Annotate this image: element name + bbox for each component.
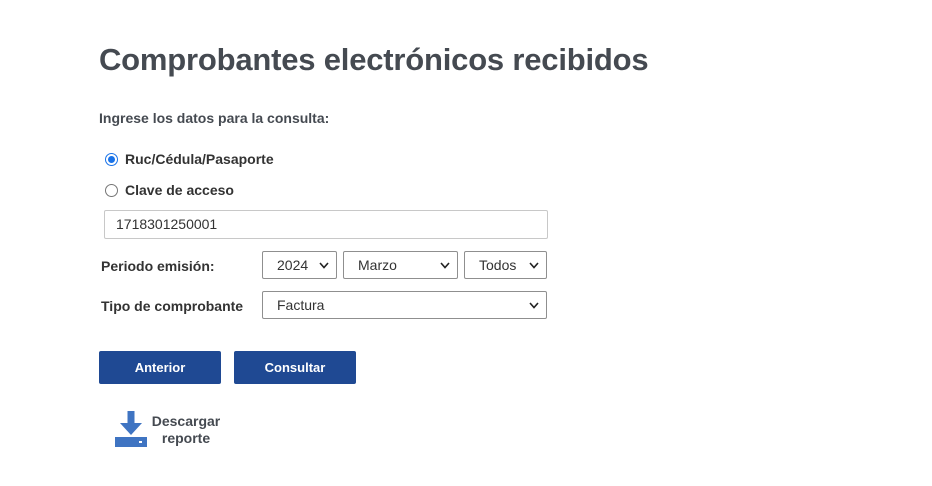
chevron-down-icon	[319, 252, 329, 278]
form-instructions: Ingrese los datos para la consulta:	[99, 110, 330, 126]
consult-button[interactable]: Consultar	[234, 351, 356, 384]
chevron-down-icon	[440, 252, 450, 278]
identifier-input[interactable]: 1718301250001	[104, 210, 548, 239]
chevron-down-icon	[529, 292, 539, 318]
day-select-value: Todos	[479, 257, 517, 273]
month-select-value: Marzo	[358, 257, 397, 273]
radio-button-ruc[interactable]	[105, 152, 118, 166]
day-select[interactable]: Todos	[464, 251, 547, 279]
tipo-label: Tipo de comprobante	[101, 298, 244, 314]
tipo-select-value: Factura	[277, 297, 325, 313]
radio-button-clave[interactable]	[105, 183, 118, 197]
year-select-value: 2024	[277, 257, 309, 273]
radio-label-ruc: Ruc/Cédula/Pasaporte	[125, 151, 274, 167]
radio-option-clave[interactable]: Clave de acceso	[105, 182, 234, 198]
radio-option-ruc[interactable]: Ruc/Cédula/Pasaporte	[105, 151, 274, 167]
chevron-down-icon	[529, 252, 539, 278]
page: Comprobantes electrónicos recibidos Ingr…	[0, 0, 932, 486]
month-select[interactable]: Marzo	[343, 251, 458, 279]
download-icon[interactable]	[115, 411, 147, 453]
radio-label-clave: Clave de acceso	[125, 182, 234, 198]
previous-button[interactable]: Anterior	[99, 351, 221, 384]
download-label-line1: Descargar	[151, 413, 221, 429]
year-select[interactable]: 2024	[262, 251, 337, 279]
download-label-line2: reporte	[161, 430, 211, 446]
periodo-label: Periodo emisión:	[101, 258, 215, 274]
tipo-select[interactable]: Factura	[262, 291, 547, 319]
download-report-link[interactable]: Descargar reporte	[150, 413, 222, 447]
page-title: Comprobantes electrónicos recibidos	[99, 42, 649, 77]
